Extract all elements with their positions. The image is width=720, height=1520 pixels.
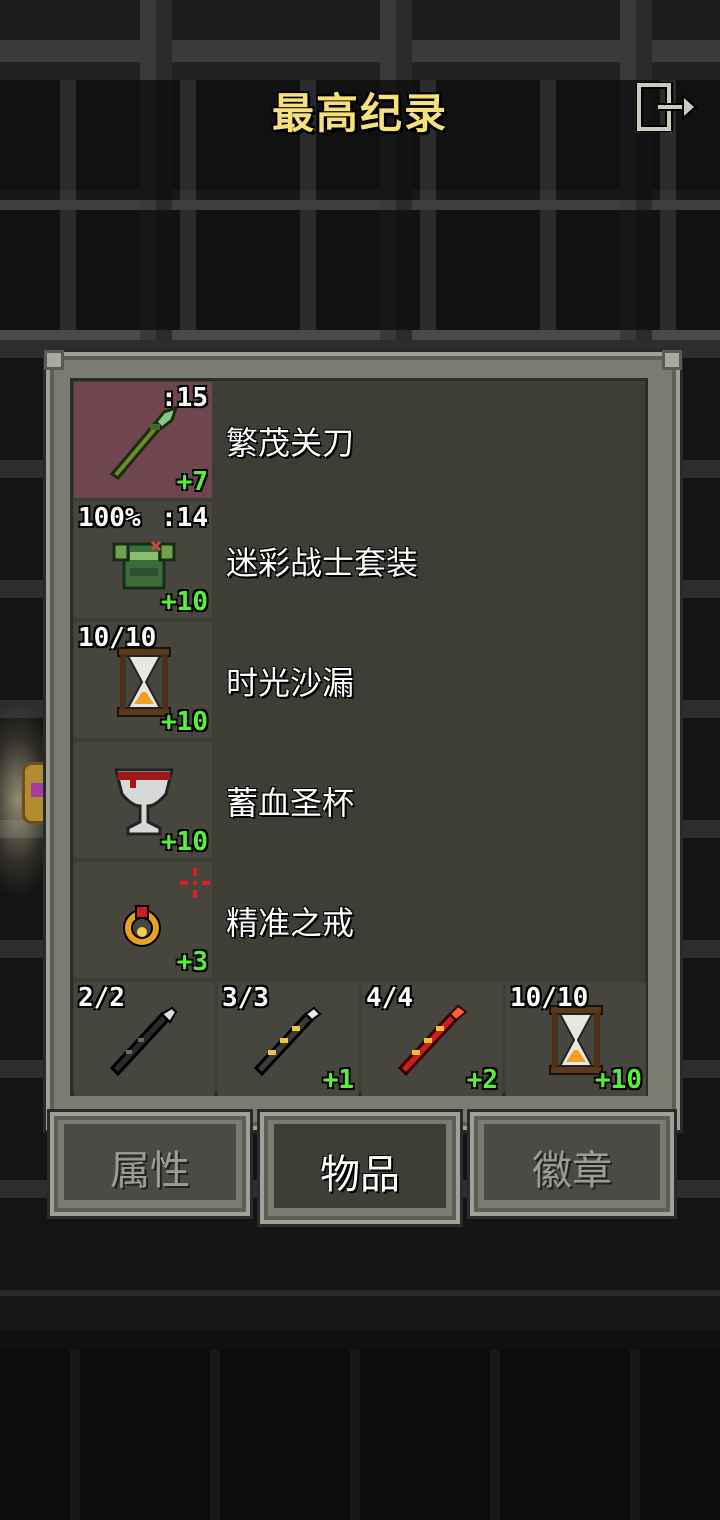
item-slot: +10: [74, 742, 212, 858]
ring-icon: [123, 905, 161, 947]
crosshair-icon: [180, 868, 210, 898]
item-slot: 100% :14 +10: [74, 502, 212, 618]
tab-badges[interactable]: 徽章: [470, 1112, 674, 1216]
item-row-hourglass[interactable]: 10/10 +10 时光沙漏: [74, 622, 646, 740]
item-badge: :14: [161, 503, 208, 533]
exit-icon: [635, 81, 698, 133]
item-level: +7: [176, 467, 208, 497]
item-level: +10: [161, 827, 208, 857]
item-row-ring[interactable]: +3 精准之戒: [74, 862, 646, 980]
inventory-panel: :15 +7 繁茂关刀 100%:14 +10 迷彩战士套装 10/10 +1…: [44, 350, 682, 1130]
quickslot-charges: 10/10: [510, 983, 589, 1013]
quickslot-hourglass[interactable]: 10/10 +10: [506, 982, 646, 1096]
item-badge: 10/10: [78, 623, 157, 653]
gold-wand-icon: [253, 1006, 322, 1077]
item-row-armor[interactable]: 100% :14 +10 迷彩战士套装: [74, 502, 646, 620]
exit-button[interactable]: [635, 81, 702, 133]
screen: 最高纪录 :15 +7 繁茂关刀 100%:14 +10 迷彩战士套装 10/…: [0, 0, 720, 1520]
item-row-glaive[interactable]: :15 +7 繁茂关刀: [74, 382, 646, 500]
quickslot-level: +10: [595, 1065, 642, 1095]
item-level: +10: [161, 707, 208, 737]
quickslot-level: +2: [466, 1065, 498, 1095]
tab-label: 徽章: [532, 1148, 612, 1194]
item-name: 蓄血圣杯: [226, 784, 355, 822]
item-slot: +3: [74, 862, 212, 978]
item-slot: :15 +7: [74, 382, 212, 498]
tab-items[interactable]: 物品: [260, 1112, 460, 1224]
quickslot-dark-wand[interactable]: 2/2: [74, 982, 214, 1096]
item-row-chalice[interactable]: +10 蓄血圣杯: [74, 742, 646, 860]
quickslot-charges: 3/3: [222, 983, 269, 1013]
quickslot-row: 2/2 3/3 +1 4/4 +2 10/10 +10: [74, 982, 646, 1098]
item-level: +10: [161, 587, 208, 617]
tab-label: 物品: [320, 1152, 400, 1198]
quickslot-gold-wand[interactable]: 3/3 +1: [218, 982, 358, 1096]
panel-corner: [662, 350, 682, 370]
item-level: +3: [176, 947, 208, 977]
quickslot-fire-wand[interactable]: 4/4 +2: [362, 982, 502, 1096]
fire-wand-icon: [397, 1004, 468, 1077]
background-arches: [0, 210, 720, 330]
tab-label: 属性: [110, 1148, 190, 1194]
item-badge: 100%: [78, 503, 141, 533]
panel-corner: [44, 350, 64, 370]
background-bottom: [0, 1290, 720, 1520]
tab-stats[interactable]: 属性: [50, 1112, 250, 1216]
quickslot-charges: 4/4: [366, 983, 413, 1013]
quickslot-charges: 2/2: [78, 983, 125, 1013]
quickslot-level: +1: [322, 1065, 354, 1095]
item-name: 精准之戒: [226, 904, 355, 942]
item-name: 繁茂关刀: [226, 424, 355, 462]
dark-wand-icon: [109, 1006, 178, 1077]
item-slot: 10/10 +10: [74, 622, 212, 738]
item-list: :15 +7 繁茂关刀 100%:14 +10 迷彩战士套装 10/10 +1…: [70, 378, 648, 1096]
page-title: 最高纪录: [271, 89, 448, 138]
item-badge: :15: [161, 383, 208, 413]
item-name: 时光沙漏: [226, 664, 355, 702]
item-name: 迷彩战士套装: [226, 544, 419, 582]
glaive-icon: [109, 405, 179, 480]
